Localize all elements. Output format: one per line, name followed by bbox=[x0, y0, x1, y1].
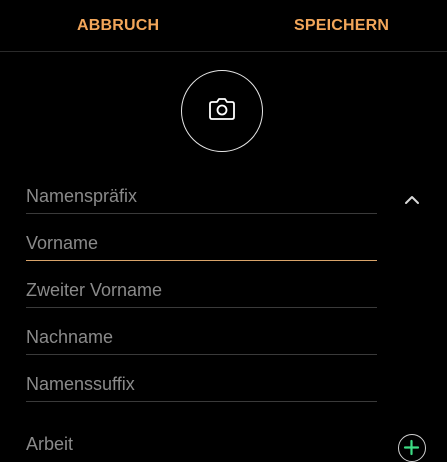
name-prefix-field[interactable] bbox=[26, 180, 377, 214]
name-suffix-input[interactable] bbox=[26, 368, 377, 400]
cancel-button[interactable]: ABBRUCH bbox=[77, 0, 159, 51]
last-name-field[interactable] bbox=[26, 321, 377, 355]
first-name-field[interactable] bbox=[26, 227, 377, 261]
top-action-bar: ABBRUCH SPEICHERN bbox=[0, 0, 447, 52]
work-section-label: Arbeit bbox=[26, 434, 74, 454]
last-name-input[interactable] bbox=[26, 321, 377, 353]
camera-icon bbox=[209, 97, 235, 125]
add-photo-button[interactable] bbox=[181, 70, 263, 152]
add-work-button[interactable] bbox=[398, 434, 426, 462]
first-name-input[interactable] bbox=[26, 227, 377, 259]
middle-name-input[interactable] bbox=[26, 274, 377, 306]
collapse-name-fields-button[interactable] bbox=[400, 188, 424, 212]
chevron-up-icon bbox=[400, 196, 424, 216]
name-suffix-field[interactable] bbox=[26, 368, 377, 402]
save-button[interactable]: SPEICHERN bbox=[294, 0, 389, 51]
middle-name-field[interactable] bbox=[26, 274, 377, 308]
name-prefix-input[interactable] bbox=[26, 180, 377, 212]
